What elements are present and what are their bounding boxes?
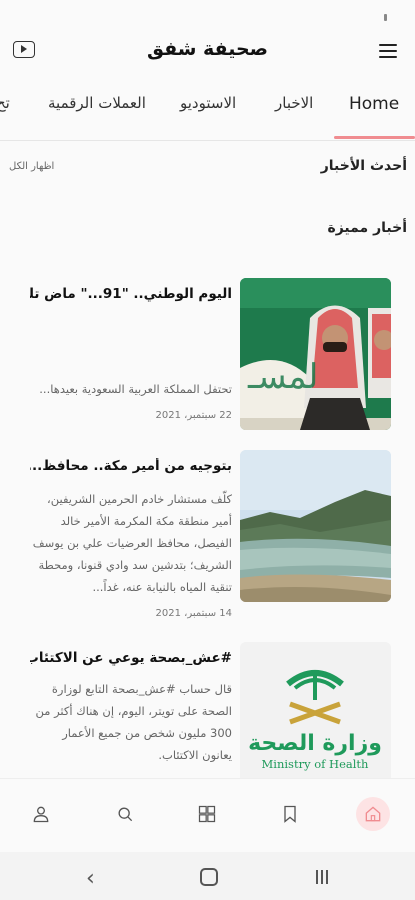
bottom-navigation (0, 778, 415, 853)
article-text: #عش_بصحة يوعي عن الاكتئاب... قال حساب #ع… (30, 650, 232, 766)
article-image: لمسـ (240, 278, 391, 430)
latest-news-title: أحدث الأخبار (320, 158, 407, 174)
active-tab-indicator (334, 136, 415, 139)
tab-crypto[interactable]: العملات الرقمية (48, 94, 146, 112)
profile-nav-button[interactable] (24, 797, 58, 831)
bookmark-icon (284, 805, 296, 823)
tab-studio[interactable]: الاستوديو (180, 94, 236, 112)
recent-apps-icon[interactable] (316, 869, 332, 884)
status-indicator-icon (384, 14, 387, 21)
user-icon (33, 806, 49, 823)
back-icon[interactable]: ‹ (86, 866, 95, 891)
grid-icon (198, 805, 216, 823)
home-button-icon[interactable] (200, 868, 218, 886)
app-title: صحيفة شفق (146, 38, 269, 60)
tab-news[interactable]: الاخبار (275, 94, 313, 112)
search-nav-button[interactable] (108, 797, 142, 831)
article-image: وزارة الصحة Ministry of Health (240, 642, 391, 778)
featured-news-header: أخبار مميزة (0, 214, 415, 244)
menu-icon[interactable] (379, 44, 397, 58)
article-title[interactable]: اليوم الوطني.. "91..." ماض تليد (30, 286, 232, 302)
article-title[interactable]: #عش_بصحة يوعي عن الاكتئاب... (30, 650, 232, 666)
article-image (240, 450, 391, 602)
svg-text:لمسـ: لمسـ (247, 357, 318, 397)
search-icon (118, 807, 133, 822)
article-title[interactable]: بتوجيه من أمير مكة.. محافظ... (30, 458, 232, 474)
article-text: بتوجيه من أمير مكة.. محافظ... كلّف مستشا… (30, 458, 232, 619)
category-tabs: Home الاخبار الاستوديو العملات الرقمية ت… (0, 82, 415, 141)
latest-news-header: أحدث الأخبار اظهار الكل (0, 150, 415, 180)
home-icon (365, 806, 381, 822)
show-all-link[interactable]: اظهار الكل (9, 161, 54, 172)
article-excerpt: قال حساب #عش_بصحة التابع لوزارة الصحة عل… (35, 682, 232, 762)
status-bar (0, 0, 415, 30)
article-card[interactable]: لمسـ اليوم الوطني.. "91..." ماض تليد تحت… (0, 278, 415, 432)
article-excerpt: كلّف مستشار خادم الحرمين الشريفين، أمير … (32, 492, 232, 594)
article-date: 22 سبتمبر، 2021 (155, 410, 232, 421)
article-card[interactable]: وزارة الصحة Ministry of Health #عش_بصحة … (0, 642, 415, 778)
tab-home[interactable]: Home (349, 94, 399, 114)
tab-more[interactable]: تح (0, 94, 10, 112)
bookmarks-nav-button[interactable] (273, 797, 307, 831)
article-card[interactable]: بتوجيه من أمير مكة.. محافظ... كلّف مستشا… (0, 450, 415, 619)
system-navigation-bar: ‹ (0, 852, 415, 900)
featured-news-title: أخبار مميزة (327, 220, 407, 236)
categories-nav-button[interactable] (190, 797, 224, 831)
svg-text:Ministry of Health: Ministry of Health (262, 757, 370, 771)
article-date: 14 سبتمبر، 2021 (155, 608, 232, 619)
svg-text:وزارة الصحة: وزارة الصحة (248, 731, 382, 756)
article-excerpt: تحتفل المملكة العربية السعودية بعيدها... (39, 382, 232, 396)
app-bar: صحيفة شفق (0, 30, 415, 74)
home-nav-button[interactable] (356, 797, 390, 831)
ministry-of-health-logo: وزارة الصحة Ministry of Health (240, 642, 391, 778)
article-text: اليوم الوطني.. "91..." ماض تليد تحتفل ال… (30, 286, 232, 421)
